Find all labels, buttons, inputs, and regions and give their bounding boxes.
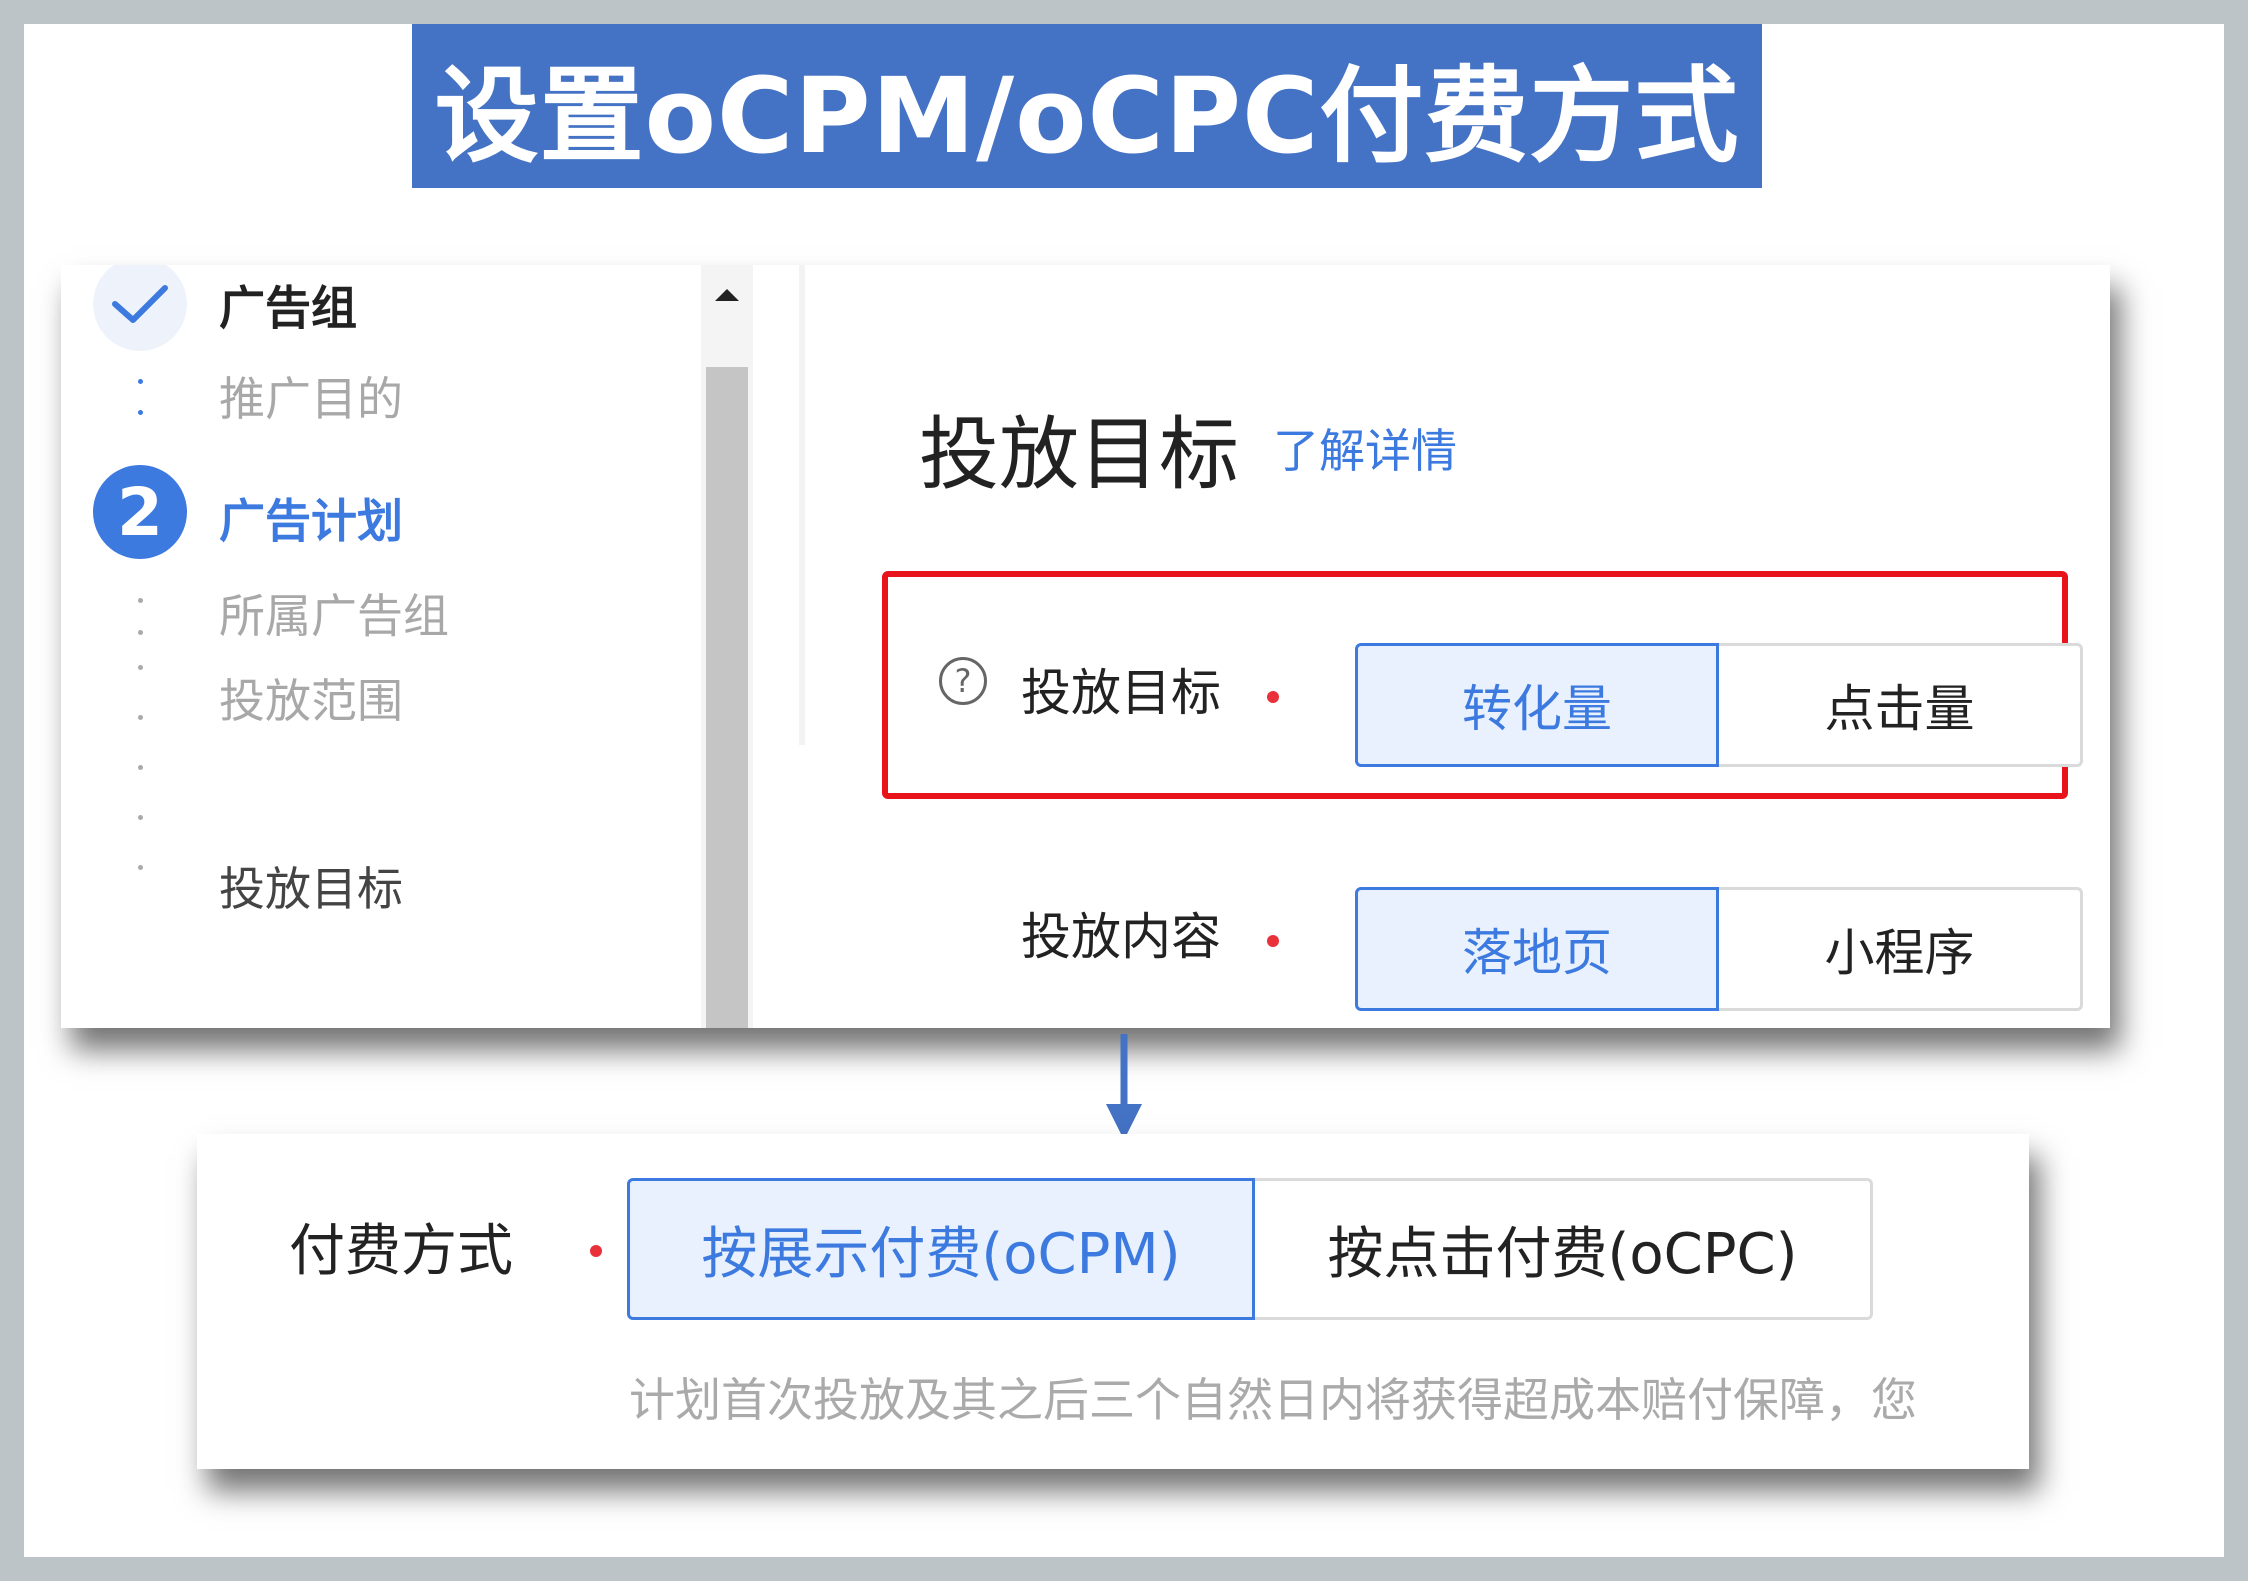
- step-delivery-range[interactable]: 投放范围: [219, 665, 403, 731]
- arrow-down-icon: [1106, 1034, 1142, 1140]
- content-segmented-control: 落地页 小程序: [1355, 887, 2083, 1011]
- check-icon: [93, 265, 187, 351]
- canvas: 设置oCPM/oCPC付费方式 广告组 推广目的 2 广告计划 所属广告组 投放…: [24, 24, 2224, 1557]
- step-ad-plan[interactable]: 广告计划: [219, 485, 403, 551]
- target-segmented-control: 转化量 点击量: [1355, 643, 2083, 767]
- target-field-label: 投放目标: [1021, 664, 1221, 722]
- step-promotion-goal[interactable]: 推广目的: [219, 363, 403, 429]
- content-field-label: 投放内容: [1021, 908, 1221, 966]
- timeline-dot: [138, 765, 143, 770]
- timeline-dot: [138, 815, 143, 820]
- option-landing-page[interactable]: 落地页: [1355, 887, 1719, 1011]
- ad-plan-panel: 广告组 推广目的 2 广告计划 所属广告组 投放范围 投放目标 投放目标 了解详…: [61, 265, 2110, 1028]
- timeline-dot: [138, 715, 143, 720]
- timeline-dot: [138, 379, 143, 384]
- option-conversions[interactable]: 转化量: [1355, 643, 1719, 767]
- option-ocpm[interactable]: 按展示付费(oCPM): [627, 1178, 1255, 1320]
- timeline-dot: [138, 665, 143, 670]
- option-mini-program[interactable]: 小程序: [1719, 887, 2083, 1011]
- payment-label: 付费方式: [289, 1219, 513, 1284]
- step-ad-group[interactable]: 广告组: [219, 272, 357, 338]
- required-marker: [1267, 691, 1279, 703]
- step-number-icon: 2: [93, 465, 187, 559]
- section-heading: 投放目标: [919, 408, 1239, 501]
- timeline-dot: [138, 410, 143, 415]
- option-clicks[interactable]: 点击量: [1719, 643, 2083, 767]
- required-marker: [1267, 935, 1279, 947]
- step-delivery-target[interactable]: 投放目标: [219, 853, 403, 919]
- payment-panel: 付费方式 按展示付费(oCPM) 按点击付费(oCPC) 计划首次投放及其之后三…: [197, 1134, 2029, 1469]
- title-banner: 设置oCPM/oCPC付费方式: [412, 24, 1762, 188]
- step-owner-ad-group[interactable]: 所属广告组: [219, 580, 449, 646]
- timeline-dot: [138, 598, 143, 603]
- option-ocpc[interactable]: 按点击付费(oCPC): [1255, 1178, 1873, 1320]
- scrollbar-thumb[interactable]: [706, 367, 748, 1028]
- help-icon[interactable]: ?: [939, 657, 987, 705]
- payment-segmented-control: 按展示付费(oCPM) 按点击付费(oCPC): [627, 1178, 1873, 1320]
- learn-more-link[interactable]: 了解详情: [1273, 415, 1457, 481]
- step-sidebar: 广告组 推广目的 2 广告计划 所属广告组 投放范围 投放目标: [61, 265, 761, 1028]
- scroll-up-icon[interactable]: [715, 289, 739, 301]
- payment-note: 计划首次投放及其之后三个自然日内将获得超成本赔付保障，您: [629, 1373, 1917, 1427]
- timeline-dot: [138, 865, 143, 870]
- form-content: 投放目标 了解详情 ? 投放目标 转化量 点击量 投放内容 落地页 小程序: [821, 265, 2110, 1028]
- title: 设置oCPM/oCPC付费方式: [434, 54, 1740, 177]
- required-marker: [590, 1245, 602, 1257]
- divider: [799, 265, 805, 745]
- timeline-dot: [138, 630, 143, 635]
